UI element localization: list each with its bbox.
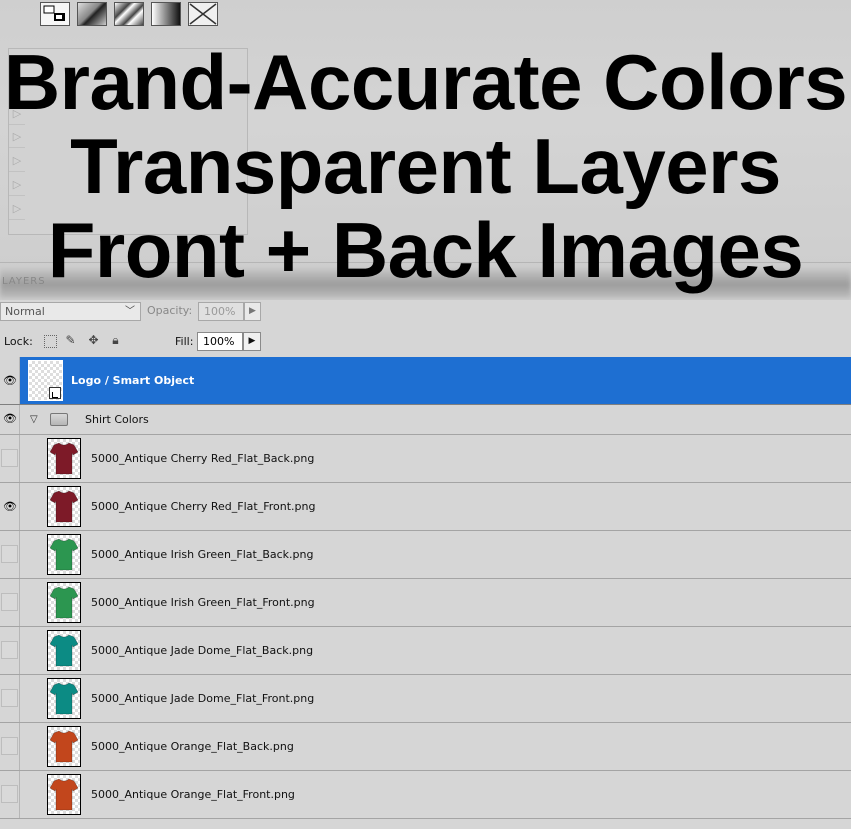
lock-brush-icon[interactable]: ✎ <box>64 334 77 347</box>
pattern-icon[interactable] <box>114 2 144 26</box>
fill-slider-button[interactable]: ▶ <box>243 332 261 351</box>
layer-thumbnail <box>47 534 81 575</box>
tshirt-icon <box>49 586 79 619</box>
visibility-toggle-box[interactable] <box>1 737 18 755</box>
layer-row[interactable]: 5000_Antique Irish Green_Flat_Back.png <box>0 531 851 579</box>
tshirt-icon <box>49 442 79 475</box>
eye-icon[interactable]: 👁︎ <box>2 501 18 513</box>
blend-mode-select[interactable]: Normal ﹀ <box>0 302 141 321</box>
layer-thumbnail <box>47 438 81 479</box>
layer-row[interactable]: 5000_Antique Orange_Flat_Back.png <box>0 723 851 771</box>
visibility-cell[interactable] <box>0 771 20 818</box>
group-name: Shirt Colors <box>85 413 149 426</box>
layer-row[interactable]: 5000_Antique Orange_Flat_Front.png <box>0 771 851 819</box>
visibility-toggle-box[interactable] <box>1 449 18 467</box>
layer-name: 5000_Antique Jade Dome_Flat_Back.png <box>91 644 314 657</box>
visibility-toggle-box[interactable] <box>1 641 18 659</box>
layer-group-shirt-colors[interactable]: 👁︎ ▽ Shirt Colors <box>0 405 851 435</box>
visibility-cell[interactable] <box>0 627 20 674</box>
layer-name: 5000_Antique Orange_Flat_Back.png <box>91 740 294 753</box>
opacity-label: Opacity: <box>147 304 193 317</box>
visibility-cell[interactable] <box>0 579 20 626</box>
layer-name: 5000_Antique Irish Green_Flat_Back.png <box>91 548 314 561</box>
visibility-cell[interactable] <box>0 435 20 482</box>
layer-name: 5000_Antique Cherry Red_Flat_Back.png <box>91 452 315 465</box>
promo-banner: Brand-Accurate Colors Transparent Layers… <box>0 40 851 292</box>
layer-name: 5000_Antique Jade Dome_Flat_Front.png <box>91 692 315 705</box>
visibility-cell[interactable] <box>0 531 20 578</box>
fill-input[interactable]: 100% <box>197 332 243 351</box>
layer-thumbnail <box>47 678 81 719</box>
tshirt-icon <box>49 634 79 667</box>
banner-line-3: Front + Back Images <box>47 206 804 294</box>
layer-name: 5000_Antique Cherry Red_Flat_Front.png <box>91 500 316 513</box>
layer-thumbnail <box>47 486 81 527</box>
visibility-cell[interactable]: 👁︎ <box>0 483 20 530</box>
visibility-toggle-box[interactable] <box>1 545 18 563</box>
layer-thumbnail <box>28 360 63 401</box>
layer-name: Logo / Smart Object <box>71 374 195 387</box>
folder-icon <box>50 413 68 426</box>
layer-thumbnail <box>47 774 81 815</box>
layer-row[interactable]: 👁︎ 5000_Antique Cherry Red_Flat_Front.png <box>0 483 851 531</box>
tshirt-icon <box>49 778 79 811</box>
lock-label: Lock: <box>4 335 33 348</box>
expand-triangle-icon[interactable]: ▽ <box>30 414 38 425</box>
visibility-toggle-box[interactable] <box>1 689 18 707</box>
visibility-toggle-box[interactable] <box>1 785 18 803</box>
visibility-cell[interactable]: 👁︎ <box>0 357 20 404</box>
blend-controls: Normal ﹀ Opacity: 100% ▶ <box>0 300 851 324</box>
layer-name: 5000_Antique Orange_Flat_Front.png <box>91 788 295 801</box>
lock-all-icon[interactable]: 🔒︎ <box>109 334 122 347</box>
visibility-cell[interactable]: 👁︎ <box>0 405 20 434</box>
opacity-slider-button[interactable]: ▶ <box>244 302 261 321</box>
gradient-fill-icon[interactable] <box>151 2 181 26</box>
lock-transparency-icon[interactable] <box>44 335 57 348</box>
eye-icon[interactable]: 👁︎ <box>2 413 18 425</box>
tshirt-icon <box>49 490 79 523</box>
layer-name: 5000_Antique Irish Green_Flat_Front.png <box>91 596 315 609</box>
layer-row[interactable]: 5000_Antique Jade Dome_Flat_Front.png <box>0 675 851 723</box>
fill-label: Fill: <box>175 335 194 348</box>
lock-controls: Lock: ✎ ✥ 🔒︎ Fill: 100% ▶ <box>0 326 851 356</box>
layer-row-logo[interactable]: 👁︎ Logo / Smart Object <box>0 357 851 405</box>
toolbar-icons <box>40 2 218 26</box>
visibility-cell[interactable] <box>0 675 20 722</box>
layer-comp-icon[interactable] <box>40 2 70 26</box>
opacity-input[interactable]: 100% <box>198 302 244 321</box>
banner-line-1: Brand-Accurate Colors <box>3 38 848 126</box>
layer-row[interactable]: 5000_Antique Cherry Red_Flat_Back.png <box>0 435 851 483</box>
gradient-icon[interactable] <box>77 2 107 26</box>
layer-thumbnail <box>47 630 81 671</box>
chevron-down-icon: ﹀ <box>125 306 135 317</box>
layer-row[interactable]: 5000_Antique Jade Dome_Flat_Back.png <box>0 627 851 675</box>
tshirt-icon <box>49 538 79 571</box>
tshirt-icon <box>49 682 79 715</box>
tshirt-icon <box>49 730 79 763</box>
banner-line-2: Transparent Layers <box>70 122 781 210</box>
lock-move-icon[interactable]: ✥ <box>87 334 100 347</box>
smart-object-icon <box>49 387 61 399</box>
none-icon[interactable] <box>188 2 218 26</box>
eye-icon[interactable]: 👁︎ <box>2 375 18 387</box>
visibility-cell[interactable] <box>0 723 20 770</box>
visibility-toggle-box[interactable] <box>1 593 18 611</box>
blend-mode-value: Normal <box>5 305 45 318</box>
layer-thumbnail <box>47 582 81 623</box>
layer-row[interactable]: 5000_Antique Irish Green_Flat_Front.png <box>0 579 851 627</box>
layer-thumbnail <box>47 726 81 767</box>
